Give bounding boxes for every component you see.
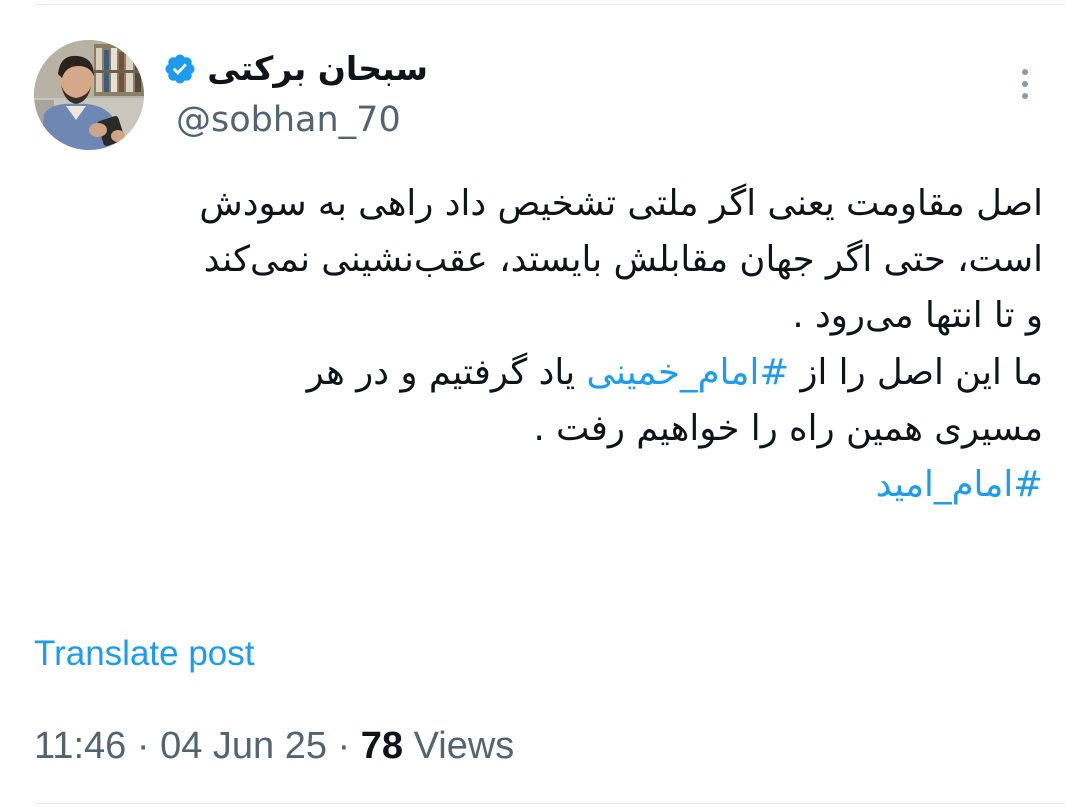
more-vertical-icon-dot [1022,93,1028,99]
more-options-button[interactable] [1008,62,1042,106]
more-vertical-icon-dot [1022,69,1028,75]
post-text-segment: مسیری همین راه را خواهیم رفت . [533,407,1043,449]
profile-photo [34,40,144,150]
bottom-divider [34,803,1065,804]
post-line: مسیری همین راه را خواهیم رفت . [34,401,1043,457]
meta-separator: · [126,725,161,767]
author-name-row: سبحان برکتی [163,46,428,92]
post-date[interactable]: 04 Jun 25 [160,725,327,767]
post-text: اصل مقاومت یعنی اگر ملتی تشخیص داد راهی … [34,176,1043,513]
hashtag-link[interactable]: #امام_امید [876,464,1043,505]
more-vertical-icon-dot [1022,81,1028,87]
tweet-card: سبحان برکتی @sobhan_70 اصل مقاومت یعنی ا… [0,0,1065,808]
display-name[interactable]: سبحان برکتی [207,46,428,92]
post-meta: 11:46 · 04 Jun 25 · 78 Views [34,722,514,770]
avatar[interactable] [34,40,144,150]
hashtag-link[interactable]: #امام_خمینی [586,352,789,393]
post-text-segment: ما این اصل را از [789,351,1043,393]
verified-badge-icon [165,54,195,84]
top-divider [34,4,1065,5]
author-handle[interactable]: @sobhan_70 [176,96,401,144]
post-line: اصل مقاومت یعنی اگر ملتی تشخیص داد راهی … [34,176,1043,232]
post-line: و تا انتها می‌رود . [34,288,1043,344]
post-text-segment: اصل مقاومت یعنی اگر ملتی تشخیص داد راهی … [199,183,1043,224]
post-text-segment: و تا انتها می‌رود . [792,295,1043,337]
meta-separator: · [326,725,361,767]
post-text-segment: است، حتی اگر جهان مقابلش بایستد، عقب‌نشی… [203,239,1043,281]
post-text-segment: یاد گرفتیم و در هر [306,351,587,393]
post-line: ما این اصل را از #امام_خمینی یاد گرفتیم … [34,345,1043,401]
views-count[interactable]: 78 [361,725,403,767]
post-line: است، حتی اگر جهان مقابلش بایستد، عقب‌نشی… [34,232,1043,288]
views-label[interactable]: Views [403,725,515,767]
translate-post-link[interactable]: Translate post [34,632,254,676]
post-line: #امام_امید [34,457,1043,513]
post-time[interactable]: 11:46 [34,725,126,767]
